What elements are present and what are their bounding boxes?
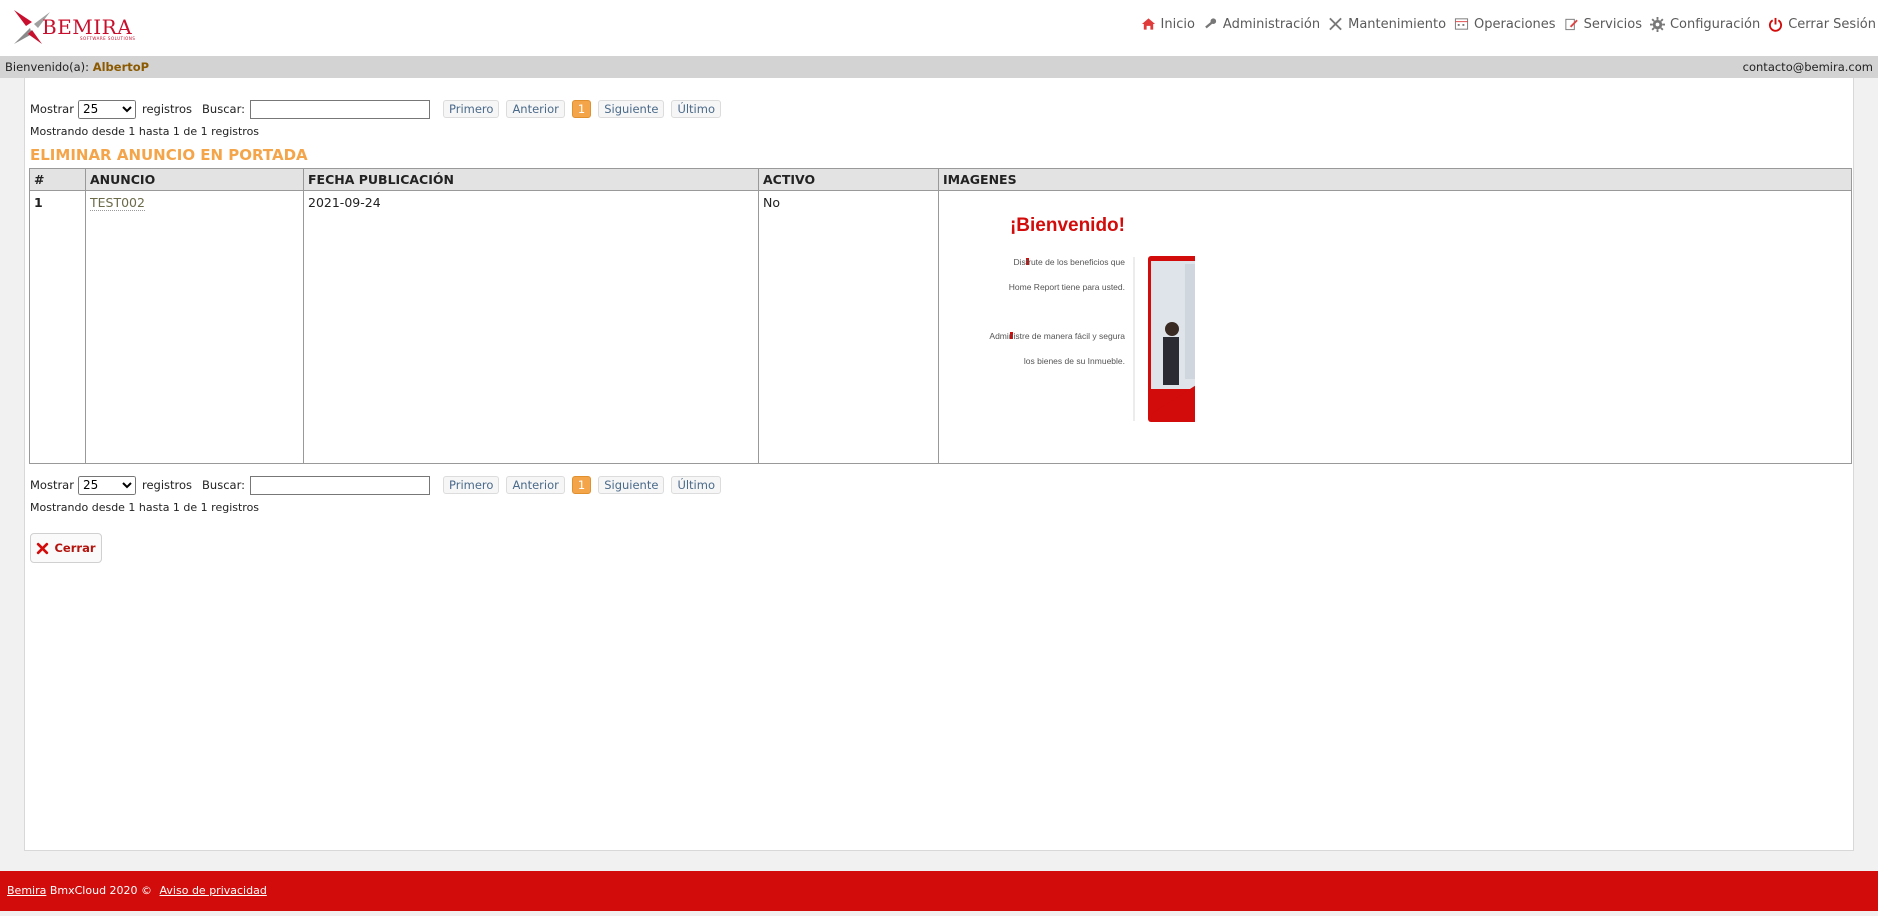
footer: Bemira BmxCloud 2020 © Aviso de privacid… — [0, 871, 1878, 911]
nav-label: Inicio — [1160, 16, 1195, 32]
prev-page-button[interactable]: Anterior — [506, 100, 565, 118]
power-icon — [1769, 17, 1783, 32]
nav-cerrar-sesion[interactable]: Cerrar Sesión — [1768, 17, 1876, 32]
promo-image[interactable]: ¡Bienvenido! Disfrute de los beneficios … — [975, 209, 1195, 427]
show-label: Mostrar — [30, 102, 74, 116]
last-page-button[interactable]: Último — [671, 100, 721, 118]
prev-page-button[interactable]: Anterior — [506, 476, 565, 494]
close-icon — [37, 542, 49, 554]
pagination: Primero Anterior 1 Siguiente Último — [442, 100, 728, 118]
welcome-prefix: Bienvenido(a): — [5, 60, 90, 74]
contact-email: contacto@bemira.com — [1742, 60, 1873, 74]
records-label: registros — [141, 478, 193, 492]
table-row: 1 TEST002 2021-09-24 No ¡Bienvenido! Dis… — [29, 190, 1852, 464]
calendar-icon — [1454, 18, 1469, 30]
show-label: Mostrar — [30, 478, 74, 492]
promo-line-2: Home Report tiene para usted. — [1009, 282, 1125, 292]
cell-imagenes: ¡Bienvenido! Disfrute de los beneficios … — [938, 190, 1852, 464]
ads-table: # ANUNCIO FECHA PUBLICACIÓN ACTIVO IMAGE… — [29, 168, 1852, 464]
search-input[interactable] — [249, 475, 430, 495]
page-1-button[interactable]: 1 — [571, 100, 592, 118]
first-page-button[interactable]: Primero — [442, 476, 500, 494]
promo-heading: ¡Bienvenido! — [1010, 215, 1125, 236]
col-header-fecha[interactable]: FECHA PUBLICACIÓN — [303, 168, 759, 191]
key-icon — [1205, 18, 1217, 29]
bemira-logo[interactable]: BEMIRA SOFTWARE SOLUTIONS — [12, 4, 142, 50]
welcome-bar: Bienvenido(a): AlbertoP contacto@bemira.… — [0, 56, 1878, 78]
nav-operaciones[interactable]: Operaciones — [1454, 17, 1556, 32]
promo-line-4: los bienes de su Inmueble. — [1024, 356, 1125, 366]
close-button[interactable]: Cerrar — [30, 533, 102, 563]
last-page-button[interactable]: Último — [671, 476, 721, 494]
next-page-button[interactable]: Siguiente — [598, 100, 665, 118]
records-info: Mostrando desde 1 hasta 1 de 1 registros — [30, 501, 260, 514]
nav-administracion[interactable]: Administración — [1203, 17, 1320, 32]
first-page-button[interactable]: Primero — [442, 100, 500, 118]
nav-servicios[interactable]: Servicios — [1564, 17, 1642, 32]
promo-line-3: Administre de manera fácil y segura — [989, 331, 1125, 341]
welcome-text: Bienvenido(a): AlbertoP — [5, 56, 149, 78]
main-nav: Inicio Administración Mantenimiento Oper… — [1133, 14, 1876, 34]
nav-configuracion[interactable]: Configuración — [1649, 16, 1761, 32]
next-page-button[interactable]: Siguiente — [598, 476, 665, 494]
anuncio-link[interactable]: TEST002 — [90, 195, 145, 211]
home-icon — [1141, 18, 1155, 30]
promo-line-1: Disfrute de los beneficios que — [1013, 257, 1125, 267]
col-header-num[interactable]: # — [29, 168, 86, 191]
search-label: Buscar: — [202, 102, 245, 116]
cell-fecha: 2021-09-24 — [303, 190, 759, 464]
footer-copyright: BmxCloud 2020 © — [49, 884, 153, 897]
promo-photo — [1148, 256, 1195, 422]
cell-num: 1 — [29, 190, 86, 464]
cell-activo: No — [758, 190, 939, 464]
logo-tagline: SOFTWARE SOLUTIONS — [80, 36, 136, 41]
table-controls-bottom: Mostrar 25 registros Buscar: Primero Ant… — [30, 474, 728, 496]
footer-brand-link[interactable]: Bemira — [7, 884, 46, 897]
col-header-imagenes[interactable]: IMAGENES — [938, 168, 1852, 191]
nav-label: Cerrar Sesión — [1788, 16, 1876, 32]
nav-label: Configuración — [1669, 16, 1761, 32]
table-controls-top: Mostrar 25 registros Buscar: Primero Ant… — [30, 98, 728, 120]
nav-label: Mantenimiento — [1348, 16, 1447, 32]
footer-text: Bemira BmxCloud 2020 © Aviso de privacid… — [7, 871, 267, 911]
nav-label: Administración — [1222, 16, 1321, 32]
page-1-button[interactable]: 1 — [571, 476, 592, 494]
nav-inicio[interactable]: Inicio — [1141, 17, 1195, 32]
gear-icon — [1649, 16, 1665, 32]
records-info: Mostrando desde 1 hasta 1 de 1 registros — [30, 125, 260, 138]
col-header-anuncio[interactable]: ANUNCIO — [85, 168, 304, 191]
page-size-select[interactable]: 25 — [77, 99, 136, 119]
welcome-user: AlbertoP — [92, 60, 150, 74]
main-content: Mostrar 25 registros Buscar: Primero Ant… — [24, 78, 1854, 851]
header: BEMIRA SOFTWARE SOLUTIONS Inicio Adminis… — [0, 0, 1878, 56]
nav-label: Operaciones — [1474, 16, 1556, 32]
pagination: Primero Anterior 1 Siguiente Último — [442, 476, 728, 494]
search-input[interactable] — [249, 99, 430, 119]
close-button-label: Cerrar — [54, 541, 96, 555]
edit-icon — [1564, 18, 1578, 31]
privacy-link[interactable]: Aviso de privacidad — [160, 884, 267, 897]
cell-anuncio: TEST002 — [85, 190, 304, 464]
nav-label: Servicios — [1583, 16, 1642, 32]
tools-icon — [1329, 17, 1342, 31]
page-size-select[interactable]: 25 — [77, 475, 136, 495]
search-label: Buscar: — [202, 478, 245, 492]
records-label: registros — [141, 102, 193, 116]
col-header-activo[interactable]: ACTIVO — [758, 168, 939, 191]
page-title: ELIMINAR ANUNCIO EN PORTADA — [30, 146, 308, 164]
nav-mantenimiento[interactable]: Mantenimiento — [1328, 17, 1446, 32]
table-header-row: # ANUNCIO FECHA PUBLICACIÓN ACTIVO IMAGE… — [29, 168, 1852, 191]
